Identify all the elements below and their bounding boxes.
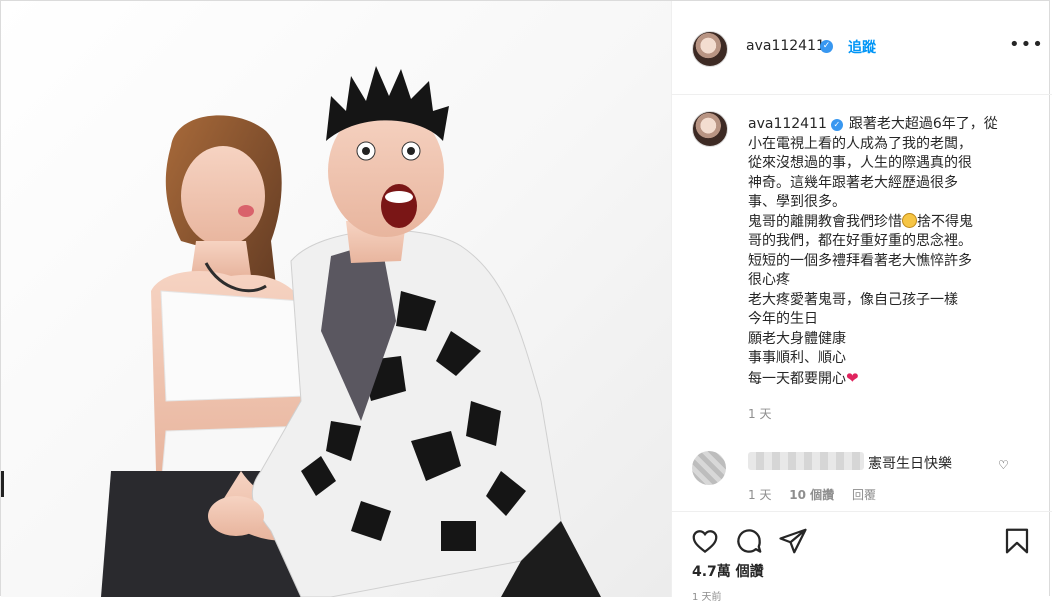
caption-line: 很心疼 <box>748 272 790 288</box>
comment-reply-button[interactable]: 回覆 <box>852 488 876 502</box>
post-photo[interactable] <box>1 1 671 597</box>
commenter-username-blurred[interactable] <box>748 452 864 470</box>
post-side-panel: ava112411 ✓ 追蹤 ••• ava112411 ✓ 跟著老大超過6年了，從… <box>671 1 1052 603</box>
verified-badge-icon: ✓ <box>830 119 843 131</box>
post-frame: ava112411 ✓ 追蹤 ••• ava112411 ✓ 跟著老大超過6年了，從… <box>0 0 1052 603</box>
worried-face-emoji-icon <box>902 212 917 228</box>
caption-line: 事事順利、順心 <box>748 350 846 366</box>
red-heart-emoji-icon: ❤ <box>846 368 859 387</box>
caption-text: ava112411 ✓ 跟著老大超過6年了，從 小在電視上看的人成為了我的老闆， 從… <box>748 115 1023 389</box>
caption-line: 願老大身體健康 <box>748 330 846 347</box>
comment-like-heart-icon[interactable]: ♡ <box>998 458 1009 472</box>
heart-icon[interactable] <box>690 526 720 556</box>
woman-face-shape <box>181 146 265 246</box>
caption-line: 神奇。這幾年跟著老大經歷過很多 <box>748 174 958 191</box>
caption-line: 捨不得鬼 <box>917 213 973 230</box>
comment-text: 憲哥生日快樂 <box>868 456 952 472</box>
comment-like-count[interactable]: 10 個讚 <box>789 488 834 502</box>
post-like-count[interactable]: 4.7萬 個讚 <box>692 561 764 581</box>
post-header: ava112411 ✓ 追蹤 ••• <box>672 1 1052 95</box>
follow-button[interactable]: 追蹤 <box>848 37 876 57</box>
caption-line: 鬼哥的離開教會我們珍惜 <box>748 213 902 230</box>
more-options-icon[interactable]: ••• <box>1009 34 1044 55</box>
caption-line: 短短的一個多禮拜看著老大憔悴許多 <box>748 252 972 269</box>
comment-icon[interactable] <box>734 526 764 556</box>
comment-timestamp[interactable]: 1 天 <box>748 488 771 502</box>
caption-line: 小在電視上看的人成為了我的老闆， <box>748 135 972 152</box>
post-actions-bar: 4.7萬 個讚 1 天前 <box>672 511 1052 603</box>
author-username[interactable]: ava112411 <box>746 38 825 54</box>
caption-timestamp[interactable]: 1 天 <box>748 405 771 422</box>
caption-author-avatar[interactable] <box>692 111 728 147</box>
carousel-edge-indicator <box>1 471 4 497</box>
caption-line: 跟著老大超過6年了，從 <box>848 116 998 132</box>
caption-line: 事、學到很多。 <box>748 194 846 210</box>
verified-badge-icon: ✓ <box>820 40 833 53</box>
commenter-avatar-blurred[interactable] <box>692 451 726 485</box>
caption-line: 今年的生日 <box>748 311 818 327</box>
share-icon[interactable] <box>778 526 808 556</box>
caption-line: 每一天都要開心 <box>748 370 846 387</box>
photo-illustration <box>101 66 601 597</box>
comment-row: 憲哥生日快樂 ♡ 1 天 10 個讚 回覆 <box>692 446 1032 506</box>
bookmark-icon[interactable] <box>1002 526 1032 556</box>
caption-username[interactable]: ava112411 <box>748 116 827 132</box>
caption-line: 老大疼愛著鬼哥，像自己孩子一樣 <box>748 291 958 308</box>
caption-line: 哥的我們，都在好重好重的思念裡。 <box>748 233 972 249</box>
comment-meta: 1 天 10 個讚 回覆 <box>748 486 890 503</box>
caption-line: 從來沒想過的事，人生的際遇真的很 <box>748 155 972 171</box>
author-avatar[interactable] <box>692 31 728 67</box>
